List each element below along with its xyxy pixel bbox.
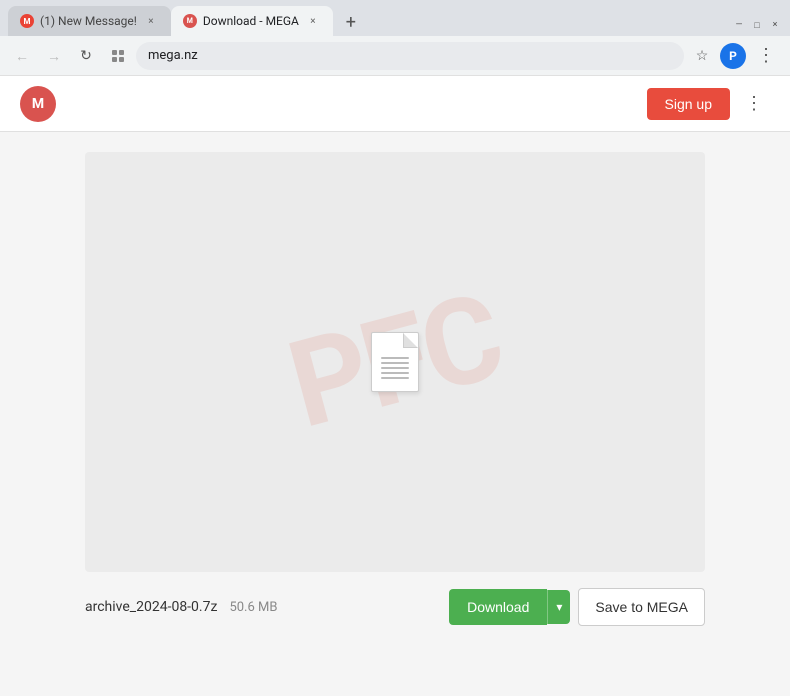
file-line-5	[381, 377, 409, 379]
mega-header: M Sign up ⋮	[0, 76, 790, 132]
browser-window: M (1) New Message! × M Download - MEGA ×…	[0, 0, 790, 696]
tabs-container: M (1) New Message! × M Download - MEGA ×…	[8, 0, 732, 36]
file-preview-box: PFC	[85, 152, 705, 572]
page-content: M Sign up ⋮ PFC	[0, 76, 790, 696]
close-button[interactable]: ×	[768, 18, 782, 32]
file-line-3	[381, 367, 409, 369]
file-icon-lines	[381, 357, 409, 379]
file-icon-container	[371, 332, 419, 392]
title-bar: M (1) New Message! × M Download - MEGA ×…	[0, 0, 790, 36]
maximize-button[interactable]: □	[750, 18, 764, 32]
address-bar[interactable]: mega.nz	[136, 42, 684, 70]
tab-gmail-close[interactable]: ×	[143, 13, 159, 29]
window-controls: — □ ×	[732, 18, 782, 36]
mega-header-right: Sign up ⋮	[647, 88, 770, 120]
nav-bar: ← → ↻ mega.nz ☆ P ⋮	[0, 36, 790, 76]
file-size: 50.6 MB	[229, 600, 277, 615]
mega-logo: M	[20, 86, 56, 122]
new-tab-button[interactable]: +	[337, 8, 365, 36]
tab-mega-title: Download - MEGA	[203, 14, 299, 28]
signup-button[interactable]: Sign up	[647, 88, 730, 120]
file-name: archive_2024-08-0.7z	[85, 599, 217, 615]
action-buttons: Download ▾ Save to MEGA	[449, 588, 705, 626]
gmail-favicon-icon: M	[20, 14, 34, 28]
file-line-2	[381, 362, 409, 364]
save-to-mega-button[interactable]: Save to MEGA	[578, 588, 705, 626]
bookmark-button[interactable]: ☆	[688, 42, 716, 70]
tab-mega-close[interactable]: ×	[305, 13, 321, 29]
forward-button[interactable]: →	[40, 42, 68, 70]
main-area: PFC	[0, 132, 790, 696]
file-icon	[371, 332, 419, 392]
minimize-button[interactable]: —	[732, 18, 746, 32]
download-dropdown-button[interactable]: ▾	[547, 590, 570, 624]
browser-menu-button[interactable]: ⋮	[750, 40, 782, 72]
mega-menu-button[interactable]: ⋮	[738, 88, 770, 120]
mega-tab-favicon-icon: M	[183, 14, 197, 28]
back-button[interactable]: ←	[8, 42, 36, 70]
profile-button[interactable]: P	[720, 43, 746, 69]
tab-mega[interactable]: M Download - MEGA ×	[171, 6, 333, 36]
tab-gmail[interactable]: M (1) New Message! ×	[8, 6, 171, 36]
file-line-1	[381, 357, 409, 359]
download-button[interactable]: Download	[449, 589, 547, 625]
file-line-4	[381, 372, 409, 374]
tab-gmail-title: (1) New Message!	[40, 14, 137, 28]
bottom-bar: archive_2024-08-0.7z 50.6 MB Download ▾ …	[85, 572, 705, 626]
reload-button[interactable]: ↻	[72, 42, 100, 70]
extensions-button[interactable]	[104, 42, 132, 70]
address-text: mega.nz	[148, 48, 672, 63]
file-info: archive_2024-08-0.7z 50.6 MB	[85, 599, 277, 615]
